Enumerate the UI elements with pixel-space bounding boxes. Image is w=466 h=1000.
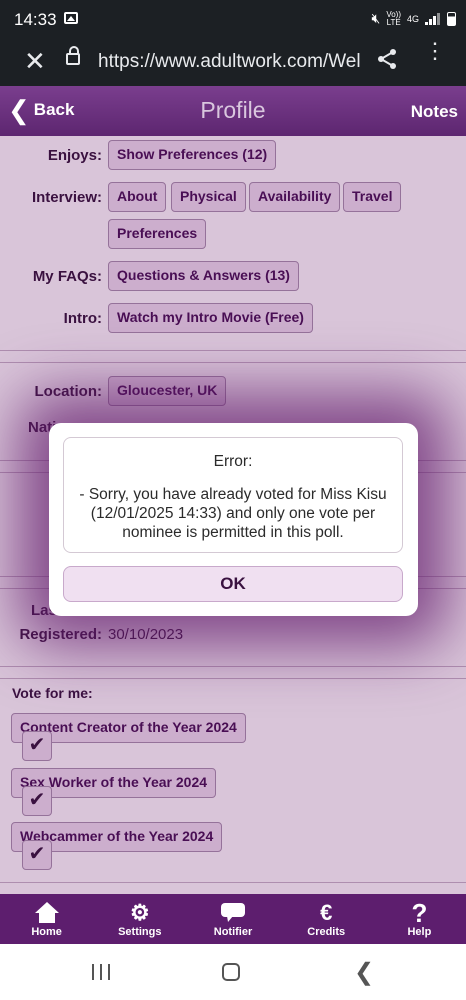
more-menu-icon[interactable]: ⋮ bbox=[424, 40, 446, 62]
share-icon[interactable] bbox=[376, 48, 398, 76]
nav-help[interactable]: ? Help bbox=[373, 894, 466, 944]
nav-settings-label: Settings bbox=[118, 926, 162, 938]
status-icons: 🔇︎ Vo)) LTE 4G bbox=[371, 10, 456, 27]
home-icon bbox=[0, 900, 93, 926]
url-field[interactable]: https://www.adultwork.com/Wel bbox=[98, 51, 364, 73]
clock: 14:33 bbox=[14, 10, 57, 29]
bottom-navigation: Home ⚙ Settings Notifier € Credits ? Hel… bbox=[0, 894, 466, 944]
error-dialog: Error: - Sorry, you have already voted f… bbox=[49, 423, 418, 616]
battery-icon bbox=[447, 11, 456, 26]
status-bar: 14:33 🔇︎ Vo)) LTE 4G bbox=[0, 0, 466, 38]
euro-icon: € bbox=[320, 900, 333, 925]
close-icon[interactable]: ✕ bbox=[24, 48, 46, 74]
nav-notifier-label: Notifier bbox=[213, 926, 253, 938]
ok-button[interactable]: OK bbox=[63, 566, 403, 602]
mute-icon: 🔇︎ bbox=[371, 10, 381, 26]
lock-icon[interactable] bbox=[66, 46, 80, 65]
image-icon bbox=[64, 12, 78, 24]
nav-credits-label: Credits bbox=[307, 926, 346, 938]
back-arrow-icon[interactable]: ❮ bbox=[354, 958, 374, 987]
browser-toolbar: ✕ https://www.adultwork.com/Wel ⋮ bbox=[0, 38, 466, 86]
nav-notifier[interactable]: Notifier bbox=[186, 894, 279, 944]
nav-help-label: Help bbox=[407, 926, 432, 938]
app-header: ❮ Back Profile Notes bbox=[0, 86, 466, 136]
page-title: Profile bbox=[200, 97, 266, 123]
nav-home[interactable]: Home bbox=[0, 894, 93, 944]
volte-indicator: Vo)) LTE bbox=[386, 9, 401, 27]
error-message: - Sorry, you have already voted for Miss… bbox=[79, 486, 387, 541]
chat-bubble-icon bbox=[186, 900, 279, 926]
nav-home-label: Home bbox=[31, 926, 62, 938]
nav-settings[interactable]: ⚙ Settings bbox=[93, 894, 186, 944]
question-icon: ? bbox=[411, 898, 428, 928]
notes-button[interactable]: Notes bbox=[411, 102, 458, 122]
system-navigation: ❮ bbox=[0, 944, 466, 1000]
nav-credits[interactable]: € Credits bbox=[280, 894, 373, 944]
error-message-box: Error: - Sorry, you have already voted f… bbox=[63, 437, 403, 553]
recents-icon[interactable] bbox=[92, 964, 110, 980]
home-circle-icon[interactable] bbox=[222, 963, 240, 981]
network-type: 4G bbox=[406, 13, 419, 24]
gear-icon: ⚙ bbox=[129, 900, 150, 925]
error-heading: Error: bbox=[213, 453, 253, 470]
signal-icon bbox=[425, 12, 441, 25]
